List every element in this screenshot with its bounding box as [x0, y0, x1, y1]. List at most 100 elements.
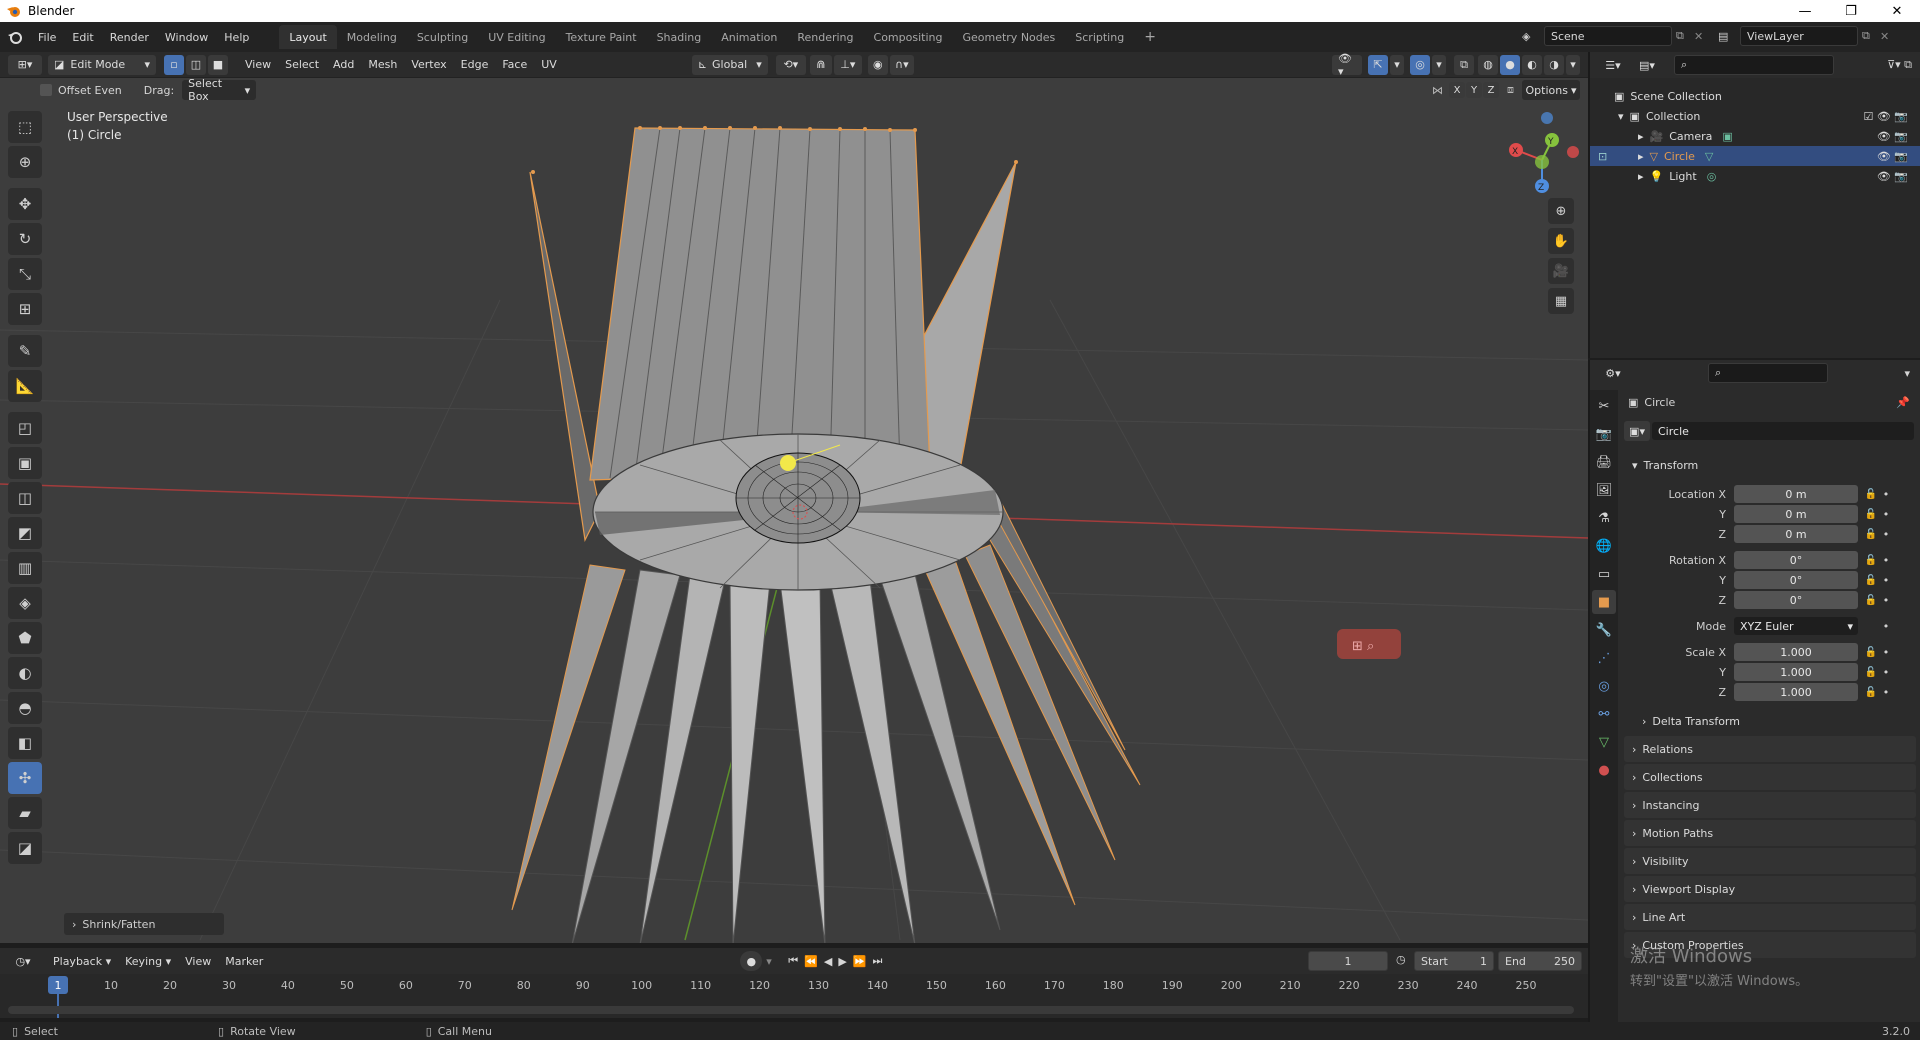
offset-even-checkbox[interactable]: [40, 84, 52, 96]
maximize-button[interactable]: ❐: [1828, 0, 1874, 22]
object-browse-icon[interactable]: ▣▾: [1624, 421, 1650, 441]
perspective-toggle-icon[interactable]: ▦: [1548, 288, 1574, 314]
end-frame-field[interactable]: End 250: [1498, 951, 1582, 971]
measure-tool-icon[interactable]: 📐: [8, 370, 42, 402]
keyframe-dot-icon[interactable]: •: [1882, 528, 1890, 541]
world-tab-icon[interactable]: 🌐: [1592, 534, 1616, 558]
keyframe-dot-icon[interactable]: •: [1882, 508, 1890, 521]
smooth-tool-icon[interactable]: ◓: [8, 692, 42, 724]
select-box-tool-icon[interactable]: ⬚: [8, 111, 42, 143]
menu-keying[interactable]: Keying ▾: [118, 955, 178, 968]
visibility-selectability-icon[interactable]: 👁▾: [1332, 52, 1362, 78]
keyframe-dot-icon[interactable]: •: [1882, 666, 1890, 679]
jump-keyframe-forward-icon[interactable]: ⏩: [853, 955, 867, 968]
scene-tab-icon[interactable]: ⚗: [1592, 506, 1616, 530]
menu-edit[interactable]: Edit: [64, 22, 101, 52]
keyframe-dot-icon[interactable]: •: [1882, 554, 1890, 567]
camera-data-icon[interactable]: ▣: [1722, 130, 1732, 143]
menu-face[interactable]: Face: [495, 58, 534, 71]
keyframe-dot-icon[interactable]: •: [1882, 594, 1890, 607]
lock-icon[interactable]: 🔓: [1864, 595, 1878, 606]
extrude-tool-icon[interactable]: ▣: [8, 447, 42, 479]
solid-shading-icon[interactable]: ●: [1500, 54, 1520, 75]
object-tab-icon[interactable]: ■: [1592, 590, 1616, 614]
rotation-x-field[interactable]: 0°: [1734, 551, 1858, 569]
scene-collection-row[interactable]: ▣ Scene Collection: [1590, 86, 1920, 106]
menu-file[interactable]: File: [30, 22, 64, 52]
spin-tool-icon[interactable]: ◐: [8, 657, 42, 689]
editor-type-icon[interactable]: ⊞▾: [8, 54, 42, 75]
transform-tool-icon[interactable]: ⊞: [8, 293, 42, 325]
tab-shading[interactable]: Shading: [647, 25, 712, 49]
edge-slide-tool-icon[interactable]: ◧: [8, 727, 42, 759]
drag-dropdown[interactable]: Select Box ▾: [182, 77, 257, 103]
3d-viewport[interactable]: ⊞ ⌕ User Perspective (1) Circle X Y Z ⊕ …: [0, 78, 1588, 943]
display-mode-icon[interactable]: ▤▾: [1632, 55, 1662, 75]
current-frame-field[interactable]: 1: [1308, 951, 1388, 971]
menu-window[interactable]: Window: [157, 22, 216, 52]
rotate-tool-icon[interactable]: ↻: [8, 223, 42, 255]
edit-mode-indicator-icon[interactable]: ⊡: [1598, 150, 1607, 163]
relations-panel-header[interactable]: › Relations: [1624, 736, 1916, 762]
tab-compositing[interactable]: Compositing: [864, 25, 953, 49]
start-frame-field[interactable]: Start 1: [1414, 951, 1494, 971]
outliner-item-circle[interactable]: ⊡ ▸ ▽ Circle ▽ 👁 📷: [1590, 146, 1920, 166]
topology-mirror-icon[interactable]: ⧈: [1507, 83, 1514, 97]
xray-toggle-icon[interactable]: ⧉: [1454, 54, 1474, 75]
collapse-chevron-icon[interactable]: ▾: [1618, 110, 1624, 123]
properties-search-input[interactable]: ⌕: [1708, 363, 1828, 383]
jump-end-icon[interactable]: ⏭: [873, 954, 883, 968]
scene-icon[interactable]: ◈: [1522, 30, 1544, 43]
minimize-button[interactable]: —: [1782, 0, 1828, 22]
tool-tab-icon[interactable]: ✂: [1592, 394, 1616, 418]
filter-icon[interactable]: ⊽▾ ⧉: [1887, 58, 1912, 72]
close-button[interactable]: ✕: [1874, 0, 1920, 22]
location-y-field[interactable]: 0 m: [1734, 505, 1858, 523]
falloff-icon[interactable]: ∩▾: [889, 54, 914, 75]
new-scene-icon[interactable]: ⧉: [1676, 29, 1694, 43]
vertex-select-icon[interactable]: ▫: [164, 54, 184, 75]
keyframe-dot-icon[interactable]: •: [1882, 488, 1890, 501]
timeline-scrollbar[interactable]: [8, 1006, 1574, 1014]
gizmo-menu-icon[interactable]: ▾: [1390, 54, 1404, 75]
tab-animation[interactable]: Animation: [711, 25, 787, 49]
camera-toggles[interactable]: 👁 📷: [1877, 130, 1908, 143]
mirror-z-toggle[interactable]: Z: [1483, 82, 1499, 98]
keyframe-dot-icon[interactable]: •: [1882, 686, 1890, 699]
outliner-search-input[interactable]: ⌕: [1674, 55, 1834, 75]
scale-y-field[interactable]: 1.000: [1734, 663, 1858, 681]
expand-chevron-icon[interactable]: ▸: [1638, 170, 1644, 183]
lock-icon[interactable]: 🔓: [1864, 509, 1878, 520]
auto-keying-menu-icon[interactable]: ▾: [766, 955, 776, 968]
expand-chevron-icon[interactable]: ▸: [1638, 130, 1644, 143]
delta-transform-header[interactable]: › Delta Transform: [1624, 708, 1916, 734]
jump-start-icon[interactable]: ⏮: [788, 954, 798, 968]
properties-options-icon[interactable]: ▾: [1904, 367, 1910, 380]
timeline-editor-type-icon[interactable]: ◷▾: [8, 951, 38, 971]
viewport-canvas[interactable]: ⊞ ⌕: [0, 78, 1588, 943]
lock-icon[interactable]: 🔓: [1864, 489, 1878, 500]
menu-marker[interactable]: Marker: [218, 955, 270, 968]
shrink-fatten-tool-icon[interactable]: ✣: [8, 762, 42, 794]
view-layer-tab-icon[interactable]: 🖼: [1592, 478, 1616, 502]
tab-sculpting[interactable]: Sculpting: [407, 25, 478, 49]
shading-menu-icon[interactable]: ▾: [1566, 54, 1580, 75]
rotation-mode-dropdown[interactable]: XYZ Euler ▾: [1734, 617, 1858, 635]
lock-icon[interactable]: 🔓: [1864, 687, 1878, 698]
timeline-ruler[interactable]: 10 20 30 40 50 60 70 80 90 100 110 120 130 140 150 160 1…: [0, 974, 1588, 1018]
visibility-panel-header[interactable]: › Visibility: [1624, 848, 1916, 874]
menu-select[interactable]: Select: [278, 58, 326, 71]
cursor-tool-icon[interactable]: ⊕: [8, 146, 42, 178]
proportional-edit-icon[interactable]: ◉: [867, 54, 888, 75]
overlays-menu-icon[interactable]: ▾: [1432, 54, 1446, 75]
instancing-panel-header[interactable]: › Instancing: [1624, 792, 1916, 818]
tab-modeling[interactable]: Modeling: [337, 25, 407, 49]
delete-viewlayer-icon[interactable]: ✕: [1880, 30, 1898, 43]
rotation-y-field[interactable]: 0°: [1734, 571, 1858, 589]
outliner-editor-type-icon[interactable]: ☰▾: [1598, 55, 1628, 75]
viewport-display-panel-header[interactable]: › Viewport Display: [1624, 876, 1916, 902]
outliner-item-light[interactable]: ▸ 💡 Light ◎ 👁 📷: [1590, 166, 1920, 186]
snap-icon[interactable]: ⋒: [809, 54, 832, 75]
play-reverse-icon[interactable]: ◀: [824, 955, 832, 968]
gizmo-toggle-icon[interactable]: ⇱: [1368, 54, 1388, 75]
